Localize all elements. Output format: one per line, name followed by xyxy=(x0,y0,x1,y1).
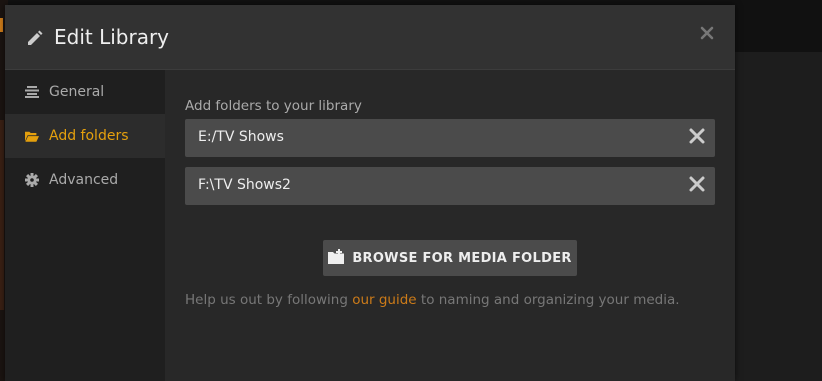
modal-sidebar: General Add folders Advanced xyxy=(5,70,165,381)
folder-open-icon xyxy=(25,129,39,143)
browse-button-label: BROWSE FOR MEDIA FOLDER xyxy=(352,250,572,266)
add-folder-icon xyxy=(328,248,345,268)
gear-icon xyxy=(25,173,39,187)
pencil-icon xyxy=(26,28,44,46)
sidebar-item-add-folders[interactable]: Add folders xyxy=(5,114,165,158)
list-icon xyxy=(25,85,39,99)
browse-media-folder-button[interactable]: BROWSE FOR MEDIA FOLDER xyxy=(323,240,577,276)
sidebar-item-label: General xyxy=(49,84,105,100)
folder-row: E:/TV Shows xyxy=(185,119,715,157)
folder-row: F:\TV Shows2 xyxy=(185,167,715,205)
modal-title: Edit Library xyxy=(26,24,169,50)
modal-title-text: Edit Library xyxy=(54,25,170,49)
background-poster-edge xyxy=(0,120,4,310)
help-text-before: Help us out by following xyxy=(185,292,353,308)
sidebar-item-advanced[interactable]: Advanced xyxy=(5,158,165,202)
sidebar-item-label: Advanced xyxy=(49,172,119,188)
sidebar-item-general[interactable]: General xyxy=(5,70,165,114)
edit-library-modal: Edit Library General Add folders Advance… xyxy=(5,5,735,381)
remove-folder-icon[interactable] xyxy=(688,127,706,145)
background-accent-mark xyxy=(0,18,3,32)
help-text-after: to naming and organizing your media. xyxy=(416,292,680,308)
sidebar-item-label: Add folders xyxy=(49,128,129,144)
modal-content: Add folders to your library E:/TV Shows … xyxy=(165,70,735,381)
guide-link[interactable]: our guide xyxy=(352,292,416,308)
section-label: Add folders to your library xyxy=(185,98,362,114)
modal-header: Edit Library xyxy=(5,5,735,70)
remove-folder-icon[interactable] xyxy=(688,175,706,193)
help-text: Help us out by following our guide to na… xyxy=(185,292,680,308)
folder-path: E:/TV Shows xyxy=(198,129,284,145)
folder-path: F:\TV Shows2 xyxy=(198,177,291,193)
close-icon[interactable] xyxy=(699,25,715,41)
